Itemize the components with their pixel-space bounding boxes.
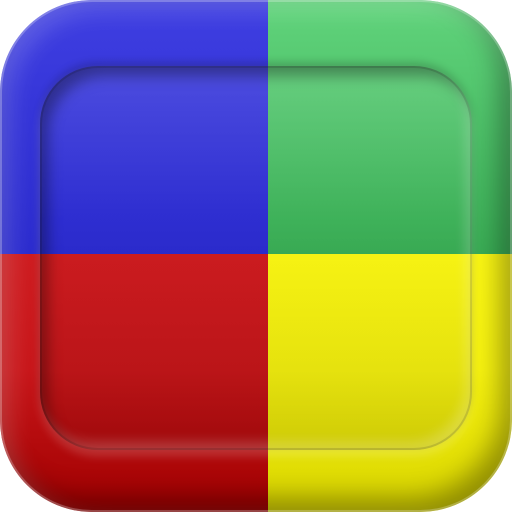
app-icon xyxy=(0,0,512,512)
quadrant-yellow xyxy=(268,254,512,512)
app-icon-body xyxy=(0,0,512,512)
quadrant-red xyxy=(0,254,268,512)
quadrant-green xyxy=(268,0,512,254)
quadrant-blue xyxy=(0,0,268,254)
